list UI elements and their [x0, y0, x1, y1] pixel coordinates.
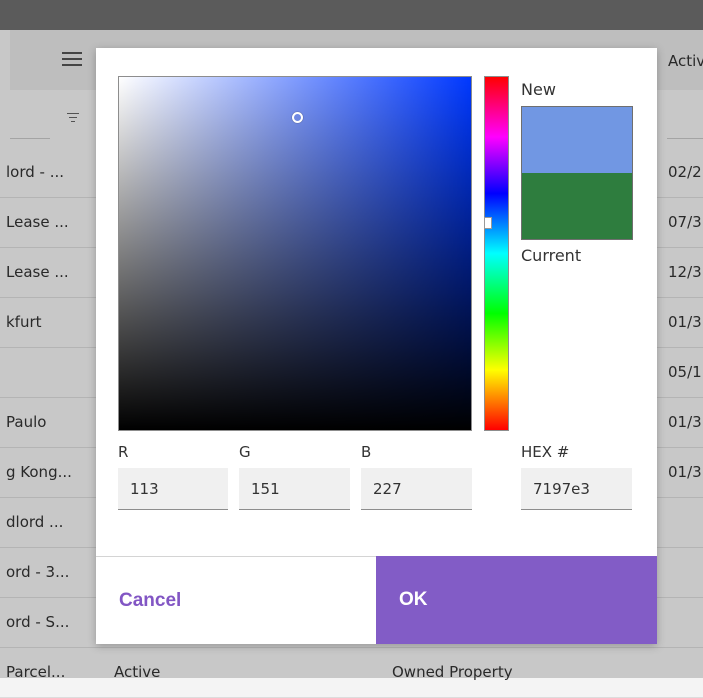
- hex-input[interactable]: [521, 468, 632, 510]
- r-label: R: [118, 443, 129, 461]
- color-swatch-comparison: [521, 106, 633, 240]
- saturation-value-thumb[interactable]: [292, 112, 303, 123]
- current-color-label: Current: [521, 246, 582, 265]
- hex-label: HEX #: [521, 443, 570, 461]
- red-input[interactable]: [118, 468, 228, 510]
- new-color-swatch: [522, 107, 632, 173]
- b-label: B: [361, 443, 372, 461]
- green-input[interactable]: [239, 468, 350, 510]
- current-color-swatch[interactable]: [522, 173, 632, 239]
- hue-slider[interactable]: [484, 76, 509, 431]
- cancel-button[interactable]: Cancel: [96, 556, 376, 644]
- color-picker-dialog: New Current R G B HEX # Cancel OK: [96, 48, 657, 644]
- hue-slider-thumb[interactable]: [484, 217, 492, 229]
- blue-input[interactable]: [361, 468, 472, 510]
- new-color-label: New: [521, 80, 556, 99]
- saturation-value-picker[interactable]: [118, 76, 472, 431]
- ok-button[interactable]: OK: [376, 556, 657, 644]
- g-label: G: [239, 443, 251, 461]
